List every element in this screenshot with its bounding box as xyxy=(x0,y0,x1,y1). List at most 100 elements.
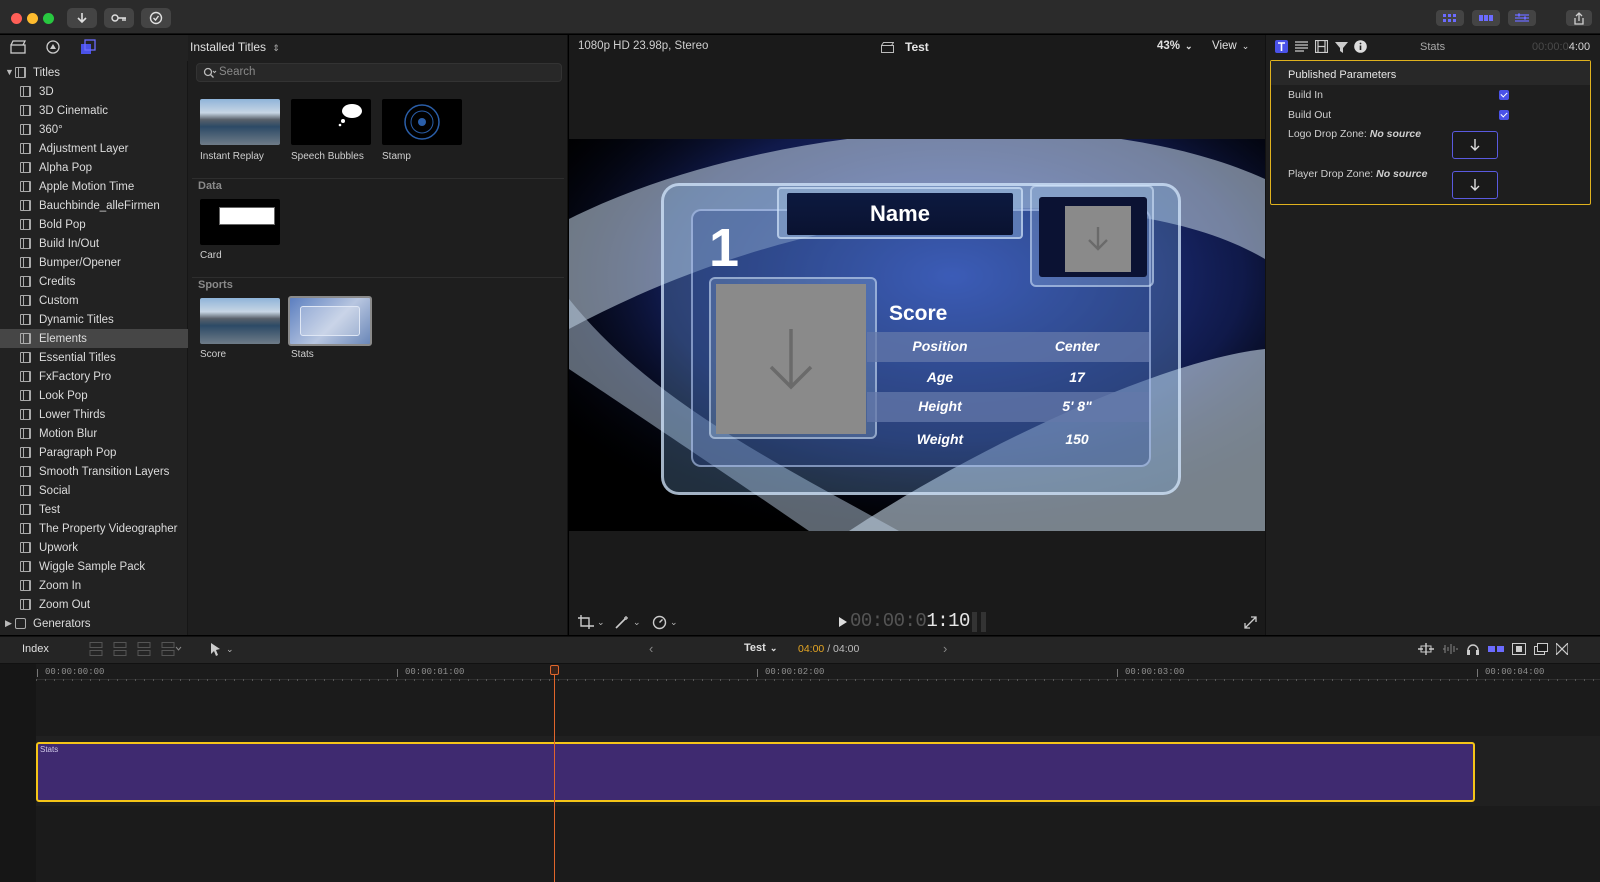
zoom-menu[interactable]: 43% ⌄ xyxy=(1157,40,1193,52)
sidebar-item[interactable]: Bauchbinde_alleFirmen xyxy=(0,196,188,215)
sidebar-item[interactable]: Alpha Pop xyxy=(0,158,188,177)
build-in-checkbox[interactable] xyxy=(1499,90,1509,100)
share-button[interactable] xyxy=(1566,10,1592,26)
playhead[interactable] xyxy=(554,666,555,882)
arrow-cursor-icon xyxy=(211,643,220,656)
sidebar-item[interactable]: Paragraph Pop xyxy=(0,443,188,462)
retime-menu[interactable]: ⌄ xyxy=(652,614,688,630)
sidebar-item-selected[interactable]: Elements xyxy=(0,329,188,348)
sidebar-item[interactable]: Zoom Out xyxy=(0,595,188,614)
transform-menu[interactable]: ⌄ xyxy=(578,614,614,630)
sidebar-item-label: The Property Videographer xyxy=(39,522,178,535)
sidebar-item[interactable]: 3D xyxy=(0,82,188,101)
stats-preview-shape xyxy=(300,306,360,336)
logo-drop-well[interactable] xyxy=(1452,131,1498,159)
play-button[interactable] xyxy=(838,616,848,628)
video-inspector-icon[interactable] xyxy=(1315,40,1328,53)
viewer-timecode[interactable]: 00:00:01:10 xyxy=(850,610,970,632)
sidebar-item[interactable]: Apple Motion Time xyxy=(0,177,188,196)
title-icon xyxy=(20,371,31,382)
sidebar-item[interactable]: Dynamic Titles xyxy=(0,310,188,329)
sidebar-item[interactable]: Build In/Out xyxy=(0,234,188,253)
import-button[interactable] xyxy=(67,8,97,28)
skimming-icon[interactable] xyxy=(1418,643,1434,655)
disclosure-open-icon[interactable]: ▼ xyxy=(5,67,14,77)
video-frame[interactable]: 1 Name Score Position Center Age 17 Heig… xyxy=(569,139,1265,531)
insert-clip-icon[interactable] xyxy=(112,642,128,656)
name-plate: Name xyxy=(787,193,1013,235)
search-field[interactable]: Search xyxy=(196,63,562,82)
sidebar-item[interactable]: 360° xyxy=(0,120,188,139)
index-button[interactable]: Index xyxy=(22,643,58,659)
show-browser-button[interactable] xyxy=(1436,10,1464,26)
audio-skimming-icon[interactable] xyxy=(1442,643,1458,655)
photos-audio-icon[interactable] xyxy=(45,39,61,55)
build-out-checkbox[interactable] xyxy=(1499,110,1509,120)
sidebar-item[interactable]: Custom xyxy=(0,291,188,310)
info-icon[interactable] xyxy=(1354,40,1367,53)
sidebar-item[interactable]: Social xyxy=(0,481,188,500)
zoom-window-button[interactable] xyxy=(43,13,54,24)
timeline-clip-stats[interactable]: Stats xyxy=(36,742,1475,802)
sidebar-item[interactable]: The Property Videographer xyxy=(0,519,188,538)
audio-meter xyxy=(981,612,986,632)
sidebar-item[interactable]: Motion Blur xyxy=(0,424,188,443)
forward-arrow-icon[interactable]: › xyxy=(943,641,947,656)
sidebar-item[interactable]: Essential Titles xyxy=(0,348,188,367)
player-drop-well[interactable] xyxy=(1452,171,1498,199)
sidebar-item[interactable]: Wiggle Sample Pack xyxy=(0,557,188,576)
sidebar-item[interactable]: Credits xyxy=(0,272,188,291)
playhead-handle[interactable] xyxy=(550,665,559,675)
solo-icon[interactable] xyxy=(1488,645,1504,653)
sidebar-item[interactable]: FxFactory Pro xyxy=(0,367,188,386)
select-tool-menu[interactable]: ⌄ xyxy=(210,642,234,656)
connect-clip-icon[interactable] xyxy=(88,642,104,656)
show-timeline-button[interactable] xyxy=(1472,10,1500,26)
sidebar-item[interactable]: Lower Thirds xyxy=(0,405,188,424)
sidebar-item[interactable]: Zoom In xyxy=(0,576,188,595)
close-window-button[interactable] xyxy=(11,13,22,24)
thumbnail-speech-bubbles[interactable] xyxy=(291,99,371,145)
sidebar-item[interactable]: Bold Pop xyxy=(0,215,188,234)
headphones-icon[interactable] xyxy=(1466,643,1480,655)
thumbnail-instant-replay[interactable] xyxy=(200,99,280,145)
sidebar-item[interactable]: 3D Cinematic xyxy=(0,101,188,120)
sidebar-item[interactable]: Upwork xyxy=(0,538,188,557)
thumbnail-card[interactable] xyxy=(200,199,280,245)
logo-drop-zone[interactable] xyxy=(1065,206,1131,272)
sidebar-item[interactable]: Adjustment Layer xyxy=(0,139,188,158)
minimize-window-button[interactable] xyxy=(27,13,38,24)
back-arrow-icon[interactable]: ‹ xyxy=(649,641,653,656)
clapper-icon[interactable] xyxy=(10,40,26,54)
sidebar-item[interactable]: Bumper/Opener xyxy=(0,253,188,272)
append-clip-icon[interactable] xyxy=(136,642,152,656)
transitions-browser-icon[interactable] xyxy=(1556,643,1568,655)
installed-titles-menu[interactable]: Installed Titles ⇕ xyxy=(190,40,280,54)
sidebar-item[interactable]: Smooth Transition Layers xyxy=(0,462,188,481)
disclosure-closed-icon[interactable]: ▶ xyxy=(5,618,12,629)
clip-appearance-icon[interactable] xyxy=(1512,643,1526,655)
keywords-button[interactable] xyxy=(104,8,134,28)
enhancements-menu[interactable]: ⌄ xyxy=(614,614,650,630)
player-drop-zone[interactable] xyxy=(716,284,866,434)
background-tasks-button[interactable] xyxy=(141,8,171,28)
sidebar-item[interactable]: Look Pop xyxy=(0,386,188,405)
fullscreen-icon[interactable] xyxy=(1244,616,1257,629)
filter-inspector-icon[interactable] xyxy=(1335,41,1348,53)
thumbnail-stamp[interactable] xyxy=(382,99,462,145)
effects-browser-icon[interactable] xyxy=(1534,643,1548,655)
title-icon xyxy=(20,314,31,325)
down-arrow-icon xyxy=(1470,139,1480,151)
view-menu[interactable]: View ⌄ xyxy=(1212,40,1249,52)
show-inspector-button[interactable] xyxy=(1508,10,1536,26)
timeline-project-menu[interactable]: Test ⌄ xyxy=(744,642,777,654)
text-inspector-icon[interactable] xyxy=(1295,41,1308,52)
thumbnail-score[interactable] xyxy=(200,298,280,344)
title-inspector-icon[interactable] xyxy=(1275,40,1288,53)
thumbnail-stats-selected[interactable] xyxy=(288,296,372,346)
sidebar-item-generators[interactable]: ▶ Generators xyxy=(0,614,188,633)
sidebar-item-titles[interactable]: ▼ Titles xyxy=(0,63,188,82)
titles-generators-icon[interactable] xyxy=(80,39,96,55)
sidebar-item[interactable]: Test xyxy=(0,500,188,519)
overwrite-clip-icon[interactable] xyxy=(160,642,182,656)
